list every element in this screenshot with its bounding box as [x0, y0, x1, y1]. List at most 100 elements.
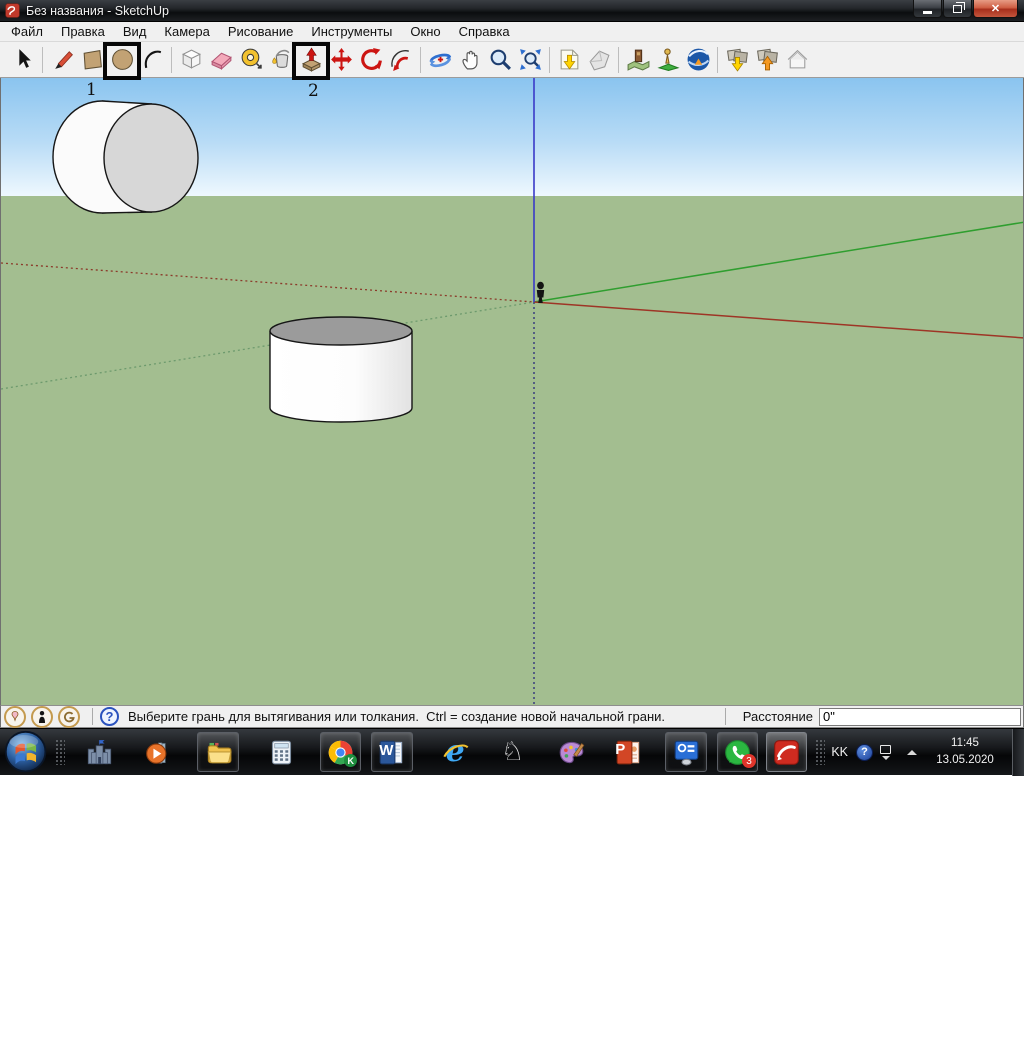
component-cube-icon — [181, 49, 201, 69]
restore-button[interactable] — [943, 0, 972, 18]
position-camera-button[interactable] — [653, 44, 683, 76]
share-model-button[interactable] — [584, 44, 614, 76]
taskbar-item-calculator[interactable] — [261, 732, 302, 772]
show-hidden-icons-button[interactable] — [907, 749, 917, 755]
menu-item-window[interactable]: Окно — [401, 22, 449, 41]
zoom-tool-button[interactable] — [485, 44, 515, 76]
windows-logo-icon — [4, 731, 47, 773]
offset-icon — [390, 50, 409, 71]
minimize-icon — [923, 10, 932, 14]
orbit-icon — [429, 53, 451, 68]
menu-item-tools[interactable]: Инструменты — [302, 22, 401, 41]
minimize-button[interactable] — [913, 0, 942, 18]
viewport-3d[interactable] — [0, 78, 1024, 705]
paint-palette-icon — [559, 741, 585, 763]
menu-bar: Файл Правка Вид Камера Рисование Инструм… — [0, 22, 1024, 42]
ie-orbit-icon — [442, 744, 468, 758]
status-credits-button[interactable] — [31, 705, 53, 728]
annotation-label-2: 2 — [308, 81, 319, 101]
menu-item-file[interactable]: Файл — [2, 22, 52, 41]
add-location-button[interactable] — [623, 44, 653, 76]
offset-tool-button[interactable] — [386, 44, 416, 76]
get-models-button[interactable] — [554, 44, 584, 76]
make-component-button[interactable] — [176, 44, 206, 76]
zoom-extents-icon — [519, 49, 541, 70]
photos-download-icon — [726, 48, 748, 72]
close-button[interactable]: ✕ — [973, 0, 1018, 18]
tape-measure-icon — [241, 48, 262, 69]
person-icon — [39, 710, 45, 723]
menu-item-edit[interactable]: Правка — [52, 22, 114, 41]
taskbar-item-explorer[interactable] — [197, 732, 239, 772]
taskbar-item-chrome[interactable]: K — [319, 732, 362, 772]
share-model-icon — [589, 50, 610, 71]
tape-measure-button[interactable] — [236, 44, 266, 76]
eraser-tool-button[interactable] — [206, 44, 236, 76]
walk-figure-icon — [656, 48, 680, 71]
zoom-extents-button[interactable] — [515, 44, 545, 76]
toolbar-separator — [167, 46, 176, 73]
pan-tool-button[interactable] — [455, 44, 485, 76]
taskbar-item-whatsapp[interactable]: 3 — [716, 732, 758, 772]
model-scene — [1, 78, 1023, 705]
clock-date: 13.05.2020 — [936, 754, 994, 766]
taskbar: K W e ♘ P 3 KK ? 11:45 13.05.2020 — [0, 728, 1024, 776]
annotation-box-2 — [292, 42, 330, 80]
show-desktop-button[interactable] — [1012, 728, 1024, 776]
axis-red-dotted — [1, 262, 535, 303]
tray-clock[interactable]: 11:45 13.05.2020 — [926, 735, 1004, 768]
move-icon — [330, 48, 352, 71]
move-tool-button[interactable] — [326, 44, 356, 76]
tray-window-icon[interactable] — [880, 744, 891, 760]
distance-label: Расстояние — [742, 709, 813, 724]
rotate-tool-button[interactable] — [356, 44, 386, 76]
toggle-terrain-button[interactable] — [782, 44, 812, 76]
sketchup-logo-icon — [5, 3, 20, 18]
window-title: Без названия - SketchUp — [26, 3, 169, 18]
photos-upload-icon — [756, 48, 778, 71]
start-button[interactable] — [4, 730, 47, 774]
sketchup-icon — [774, 739, 799, 765]
pan-hand-icon — [461, 50, 478, 70]
menu-item-help[interactable]: Справка — [450, 22, 519, 41]
distance-input[interactable] — [819, 707, 1021, 726]
pin-icon — [11, 710, 19, 722]
annotation-box-1 — [103, 42, 141, 80]
taskbar-item-powerpoint[interactable]: P — [608, 732, 649, 772]
status-hint-text: Выберите грань для вытягивания или толка… — [128, 709, 666, 724]
paint-bucket-icon — [271, 49, 289, 68]
orbit-tool-button[interactable] — [425, 44, 455, 76]
taskbar-item-sketchup[interactable] — [765, 732, 808, 772]
folder-icon — [207, 742, 232, 763]
google-earth-button[interactable] — [683, 44, 713, 76]
status-sign-in-button[interactable] — [58, 705, 80, 728]
photo-textures-up-button[interactable] — [752, 44, 782, 76]
tray-help-icon[interactable]: ? — [856, 743, 873, 761]
taskbar-item-castle-app[interactable] — [79, 732, 120, 772]
menu-item-view[interactable]: Вид — [114, 22, 156, 41]
taskbar-item-display-settings[interactable] — [665, 732, 707, 772]
arc-tool-button[interactable] — [137, 44, 167, 76]
menu-item-camera[interactable]: Камера — [155, 22, 218, 41]
toolbar-separator — [545, 46, 554, 73]
language-indicator[interactable]: KK — [831, 745, 848, 759]
help-icon[interactable]: ? — [100, 707, 119, 726]
taskbar-item-media-player[interactable] — [138, 732, 179, 772]
restore-icon — [953, 1, 965, 13]
taskbar-item-word[interactable]: W — [371, 732, 413, 772]
photo-textures-down-button[interactable] — [722, 44, 752, 76]
annotation-label-1: 1 — [86, 80, 97, 100]
select-tool-button[interactable] — [8, 44, 38, 76]
status-bar: ? Выберите грань для вытягивания или тол… — [0, 705, 1024, 728]
chess-piece-icon: ♘ — [500, 737, 525, 767]
status-geolocation-button[interactable] — [4, 705, 26, 728]
add-location-icon — [627, 49, 649, 71]
menu-item-draw[interactable]: Рисование — [219, 22, 302, 41]
axis-red-line — [533, 301, 1023, 339]
taskbar-item-paint[interactable] — [551, 732, 592, 772]
cylinder-standing[interactable] — [269, 316, 413, 423]
taskbar-item-internet-explorer[interactable]: e — [435, 732, 476, 772]
line-tool-button[interactable] — [47, 44, 77, 76]
taskbar-item-chess[interactable]: ♘ — [492, 732, 533, 772]
cylinder-lying[interactable] — [52, 100, 199, 214]
